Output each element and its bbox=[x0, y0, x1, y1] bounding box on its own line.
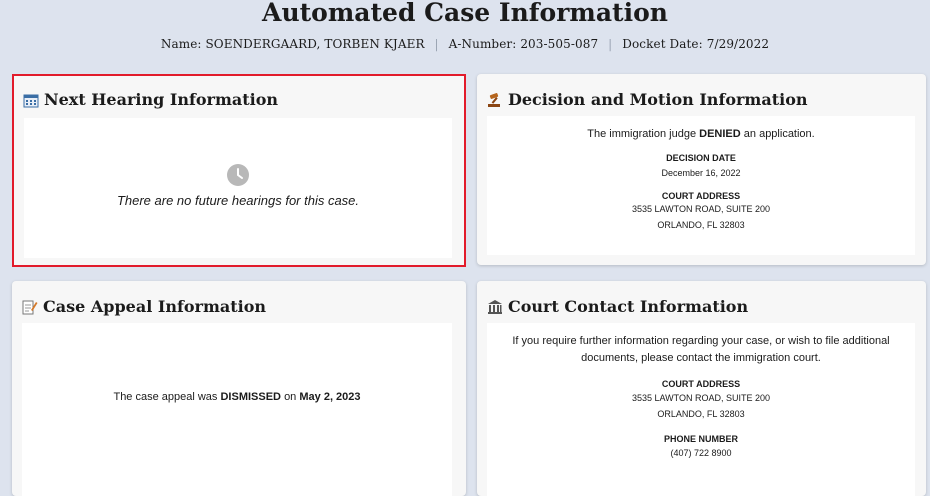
decision-address-line1: 3535 LAWTON ROAD, SUITE 200 bbox=[631, 204, 771, 214]
court-contact-title: Court Contact Information bbox=[508, 297, 749, 316]
decision-status: DENIED bbox=[699, 128, 741, 140]
name-value: SOENDERGAARD, TORBEN KJAER bbox=[205, 37, 425, 51]
phone-label: PHONE NUMBER bbox=[663, 434, 738, 444]
decision-body: The immigration judge DENIED an applicat… bbox=[487, 116, 915, 255]
appeal-text-before: The case appeal was bbox=[113, 391, 218, 403]
next-hearing-header: Next Hearing Information bbox=[23, 90, 278, 109]
decision-card: Decision and Motion Information The immi… bbox=[477, 74, 926, 265]
calendar-icon bbox=[23, 92, 39, 108]
gavel-icon bbox=[487, 92, 503, 108]
decision-text-before: The immigration judge bbox=[587, 128, 697, 140]
court-contact-header: Court Contact Information bbox=[487, 297, 748, 316]
appeal-title: Case Appeal Information bbox=[43, 297, 267, 316]
appeal-summary: The case appeal was DISMISSED on May 2, … bbox=[22, 389, 452, 406]
appeal-card: Case Appeal Information The case appeal … bbox=[12, 281, 466, 496]
decision-header: Decision and Motion Information bbox=[487, 90, 808, 109]
decision-text-after: an application. bbox=[743, 128, 815, 140]
appeal-status: DISMISSED bbox=[220, 391, 281, 403]
decision-address-label: COURT ADDRESS bbox=[661, 191, 741, 201]
separator: | bbox=[434, 37, 439, 51]
no-hearings-message: There are no future hearings for this ca… bbox=[116, 193, 360, 208]
court-contact-card: Court Contact Information If you require… bbox=[477, 281, 926, 496]
next-hearing-title: Next Hearing Information bbox=[44, 90, 279, 109]
next-hearing-card: Next Hearing Information There are no fu… bbox=[12, 74, 466, 267]
appeal-date: May 2, 2023 bbox=[299, 391, 361, 403]
decision-title: Decision and Motion Information bbox=[508, 90, 808, 109]
decision-summary: The immigration judge DENIED an applicat… bbox=[487, 126, 915, 143]
court-address-label: COURT ADDRESS bbox=[661, 379, 741, 389]
court-address-line2: ORLANDO, FL 32803 bbox=[657, 409, 745, 419]
court-contact-body: If you require further information regar… bbox=[487, 323, 915, 496]
decision-date-value: December 16, 2022 bbox=[661, 168, 741, 178]
decision-address-line2: ORLANDO, FL 32803 bbox=[657, 220, 745, 230]
decision-date-label: DECISION DATE bbox=[666, 153, 736, 163]
anumber-value: 203-505-087 bbox=[520, 37, 599, 51]
case-summary: Name: SOENDERGAARD, TORBEN KJAER | A-Num… bbox=[0, 37, 930, 51]
clock-icon bbox=[24, 164, 452, 189]
appeal-text-mid: on bbox=[284, 391, 297, 403]
docket-value: 7/29/2022 bbox=[706, 37, 770, 51]
anumber-label: A-Number: bbox=[448, 37, 517, 51]
docket-label: Docket Date: bbox=[622, 37, 703, 51]
court-contact-intro-line2: documents, please contact the immigratio… bbox=[581, 352, 821, 364]
name-label: Name: bbox=[160, 37, 202, 51]
edit-document-icon bbox=[22, 299, 38, 315]
next-hearing-body: There are no future hearings for this ca… bbox=[24, 118, 452, 258]
page-title: Automated Case Information bbox=[262, 0, 668, 27]
separator: | bbox=[608, 37, 613, 51]
court-contact-intro-line1: If you require further information regar… bbox=[512, 335, 890, 347]
appeal-body: The case appeal was DISMISSED on May 2, … bbox=[22, 323, 452, 496]
courthouse-icon bbox=[487, 299, 503, 315]
appeal-header: Case Appeal Information bbox=[22, 297, 266, 316]
phone-value: (407) 722 8900 bbox=[670, 448, 732, 458]
court-address-line1: 3535 LAWTON ROAD, SUITE 200 bbox=[631, 393, 771, 403]
